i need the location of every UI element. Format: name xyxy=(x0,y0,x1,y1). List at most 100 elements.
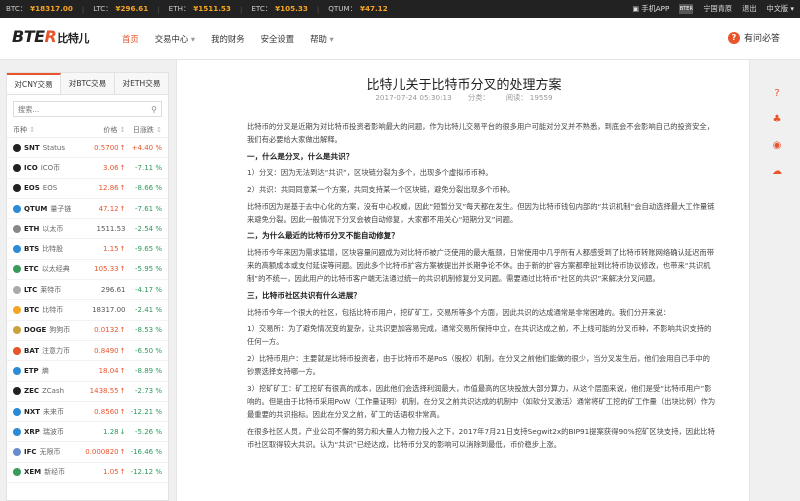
coin-name: 熵 xyxy=(41,366,49,375)
coin-name: EOS xyxy=(42,184,58,193)
username-link[interactable]: 宁国青原 xyxy=(703,4,732,14)
weibo-icon[interactable]: ◉ xyxy=(768,136,786,154)
feedback-icon[interactable]: ? xyxy=(768,84,786,102)
coin-symbol: ZEC xyxy=(24,387,39,396)
coin-price-value: 18317.00 xyxy=(92,306,126,315)
coin-change: -8.66 % xyxy=(135,184,163,193)
search-icon[interactable]: ⚲ xyxy=(151,105,157,114)
coin-row[interactable]: BAT 注意力币 0.8490↑ -6.50 % xyxy=(7,341,168,362)
qr-code-icon[interactable]: BTER xyxy=(679,4,694,14)
coin-name: 比特币 xyxy=(42,306,64,315)
coin-row[interactable]: ETP 熵 18.04↑ -8.89 % xyxy=(7,361,168,382)
article-date: 2017-07-24 05:30:13 xyxy=(375,93,452,102)
coin-icon xyxy=(13,427,21,436)
coin-change: -5.95 % xyxy=(135,265,163,274)
coin-symbol: XEM xyxy=(24,468,42,477)
col-price[interactable]: 价格 ↕ xyxy=(82,125,125,135)
ticker-item[interactable]: QTUM： ¥47.12 xyxy=(328,4,387,14)
coin-icon xyxy=(13,285,21,294)
market-tab[interactable]: 对BTC交易 xyxy=(61,73,115,94)
coin-price: 47.12↑ xyxy=(82,204,126,213)
ticker-item[interactable]: ETC： ¥105.33 xyxy=(251,4,307,14)
price-ticker: BTC： ¥18317.00 | LTC： ¥296.61 | ETH： ¥1511.53 | E… xyxy=(6,4,397,14)
coin-price-value: 12.86 xyxy=(98,184,119,193)
market-sidebar: 对CNY交易对BTC交易对ETH交易 ⚲ 币种 ↕ 价格 ↕ 日涨跌 ↕ SNT… xyxy=(6,72,169,501)
coin-symbol: QTUM xyxy=(24,204,48,213)
faq-link[interactable]: ? 有问必答 xyxy=(727,31,780,44)
coin-price-value: 105.33 xyxy=(94,265,119,274)
coin-row[interactable]: DOGE 狗狗币 0.0132↑ -8.53 % xyxy=(7,321,168,341)
coin-icon xyxy=(13,204,21,213)
col-change[interactable]: 日涨跌 ↕ xyxy=(126,125,162,135)
market-tabs: 对CNY交易 对BTC交易 对ETH交易 xyxy=(7,73,168,95)
coin-search-input[interactable] xyxy=(18,104,152,114)
coin-icon xyxy=(13,224,21,233)
coin-symbol: LTC xyxy=(24,285,38,294)
coin-row[interactable]: BTS 比特股 1.15↑ -9.65 % xyxy=(7,239,168,260)
coin-change: -9.65 % xyxy=(135,245,163,254)
language-switch[interactable]: 中文版 ▾ xyxy=(767,4,794,14)
coin-cell: XRP 瑞波币 xyxy=(13,427,82,437)
coin-price: 0.0132↑ xyxy=(82,326,125,334)
ticker-item[interactable]: ETH： ¥1511.53 xyxy=(169,4,231,14)
coin-row[interactable]: SNT Status 0.5700↑ +4.40 % xyxy=(7,138,168,159)
nav-item[interactable]: 安全设置 xyxy=(261,33,295,45)
coin-price-value: 47.12 xyxy=(98,204,119,213)
coin-row[interactable]: ETC 以太经典 105.33↑ -5.95 % xyxy=(7,260,168,281)
top-right-links: ▣ 手机APP BTER 宁国青原 退出 中文版 ▾ xyxy=(622,0,794,18)
coin-price: 1438.55↑ xyxy=(82,387,126,395)
coin-name: 以太币 xyxy=(42,224,64,233)
coin-name: ICO币 xyxy=(40,163,61,172)
article-heading: 二，为什么最近的比特币分叉不能自动修复？ xyxy=(247,231,399,241)
coin-row[interactable]: EOS EOS 12.86↑ -8.66 % xyxy=(7,179,168,199)
coin-name: 莱特币 xyxy=(40,285,62,294)
ticker-value: ¥18317.00 xyxy=(30,4,73,13)
coin-row[interactable]: NXT 未来币 0.8560↑ -12.21 % xyxy=(7,402,168,423)
ticker-value: ¥105.33 xyxy=(275,4,308,13)
article-paragraph: 1）分叉：因为无法到达“共识”，区块链分裂为多个，出现多个虚拟币币种。 xyxy=(247,168,493,178)
market-table-header: 币种 ↕ 价格 ↕ 日涨跌 ↕ xyxy=(7,122,168,138)
nav-item[interactable]: 我的财务 xyxy=(211,33,245,45)
market-tab[interactable]: 对ETH交易 xyxy=(115,73,168,94)
nav-item-label: 交易中心 xyxy=(154,34,189,44)
col-coin[interactable]: 币种 ↕ xyxy=(13,125,82,135)
coin-row[interactable]: ZEC ZCash 1438.55↑ -2.73 % xyxy=(7,382,168,402)
logout-link[interactable]: 退出 xyxy=(742,4,756,14)
ticker-label: QTUM： xyxy=(328,4,357,13)
coin-change: +4.40 % xyxy=(131,143,163,152)
coin-symbol: NXT xyxy=(24,407,41,416)
article-paragraph: 2）比特币用户：主要就是比特币投资者，由于比特币不是PoS（股权）机制，在分叉之… xyxy=(247,353,710,377)
coin-name: 狗狗币 xyxy=(49,326,71,335)
nav-item-label: 首页 xyxy=(122,34,139,44)
community-icon[interactable]: ♣ xyxy=(768,110,786,128)
coin-row[interactable]: ETH 以太币 1511.53 -2.54 % xyxy=(7,219,168,240)
nav-item[interactable]: 交易中心 ▾ xyxy=(155,33,195,45)
coin-icon xyxy=(13,448,21,457)
nav-item[interactable]: 首页 xyxy=(122,33,139,45)
ticker-item[interactable]: LTC： ¥296.61 xyxy=(93,4,148,14)
market-tab[interactable]: 对CNY交易 xyxy=(7,73,61,94)
nav-item[interactable]: 帮助 ▾ xyxy=(310,33,334,45)
coin-price: 0.8490↑ xyxy=(82,347,125,355)
coin-cell: IFC 无限币 xyxy=(13,447,82,457)
coin-price: 0.8560↑ xyxy=(82,408,125,416)
ticker-item[interactable]: BTC： ¥18317.00 xyxy=(6,4,73,14)
coin-name: 新经币 xyxy=(44,468,66,477)
coin-row[interactable]: XRP 瑞波币 1.28↓ -5.26 % xyxy=(7,422,168,443)
coin-name: Status xyxy=(42,143,65,152)
article-meta: 2017-07-24 05:30:13 分类： 阅读： 19559 xyxy=(177,93,749,103)
site-logo[interactable]: BTER比特儿 xyxy=(12,27,89,46)
coin-icon xyxy=(13,346,21,355)
coin-name: 注意力币 xyxy=(41,346,70,355)
coin-row[interactable]: LTC 莱特币 296.61 -4.17 % xyxy=(7,280,168,301)
coin-row[interactable]: IFC 无限币 0.000820↑ -16.46 % xyxy=(7,442,168,463)
coin-price-value: 1.28 xyxy=(103,427,119,436)
coin-row[interactable]: BTC 比特币 18317.00 -2.41 % xyxy=(7,300,168,321)
coin-row[interactable]: XEM 新经币 1.05↑ -12.12 % xyxy=(7,463,168,484)
mobile-app-link[interactable]: ▣ 手机APP xyxy=(632,4,669,14)
coin-change: -2.41 % xyxy=(135,306,163,315)
coin-row[interactable]: QTUM 量子链 47.12↑ -7.61 % xyxy=(7,199,168,220)
wechat-icon[interactable]: ☁ xyxy=(768,162,786,180)
coin-row[interactable]: ICO ICO币 3.06↑ -7.11 % xyxy=(7,158,168,179)
nav-item-label: 帮助 xyxy=(310,34,327,44)
